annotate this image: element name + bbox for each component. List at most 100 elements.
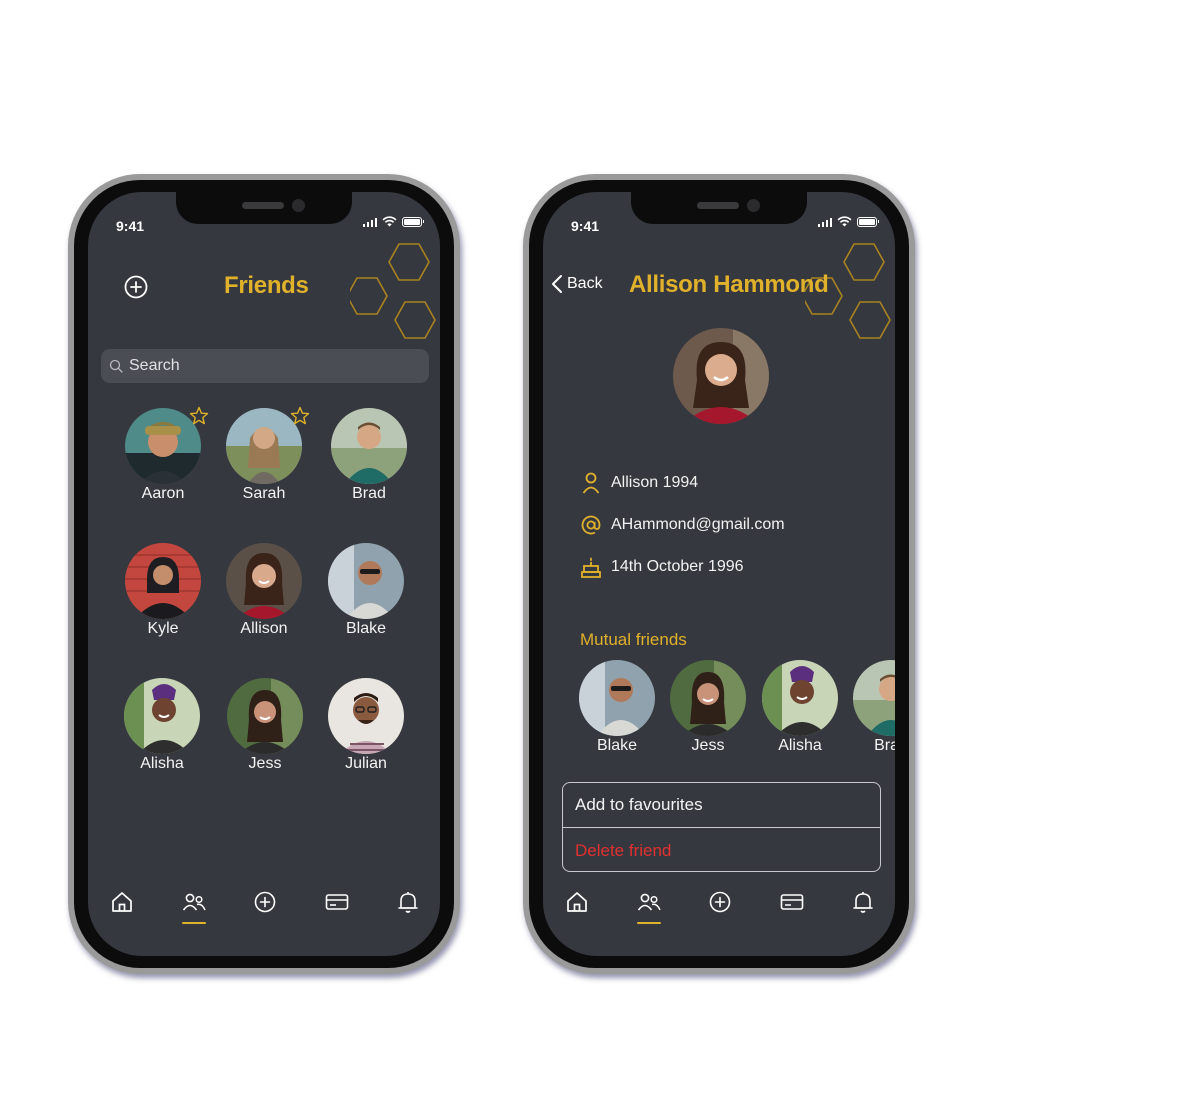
active-tab-indicator: [637, 922, 661, 924]
avatar: [670, 660, 746, 736]
friends-screen: 9:41 Friends Search Aaron Sarah Brad Kyl…: [88, 192, 440, 956]
username-row: Allison 1994: [581, 472, 698, 494]
nav-home[interactable]: [102, 882, 142, 922]
email-value: AHammond@gmail.com: [611, 516, 785, 533]
home-icon: [112, 892, 132, 912]
friend-name: Kyle: [147, 620, 179, 637]
search-icon: [109, 359, 123, 373]
mutual-friend-alisha[interactable]: Alisha: [755, 660, 845, 755]
phone-profile-screen: 9:41 Back Allison Hammond Allison 1994 A…: [523, 174, 915, 974]
search-input[interactable]: [129, 357, 409, 375]
friend-name: Jess: [248, 755, 282, 772]
chevron-left-icon: [552, 275, 562, 293]
nav-friends[interactable]: [629, 882, 669, 924]
avatar: [328, 678, 404, 754]
friend-name: Julian: [345, 755, 387, 772]
friend-name: Allison: [240, 620, 288, 637]
avatar-photo: [227, 678, 303, 754]
favourite-star-icon: [189, 406, 209, 425]
page-title: Friends: [224, 272, 309, 299]
bell-icon: [853, 892, 873, 913]
battery-icon: [857, 216, 879, 227]
profile-screen: 9:41 Back Allison Hammond Allison 1994 A…: [543, 192, 895, 956]
wifi-icon: [837, 216, 852, 227]
mutual-friend-brad[interactable]: Brad: [846, 660, 895, 755]
friend-name: Alisha: [778, 737, 822, 754]
nav-notifications[interactable]: [388, 882, 428, 922]
birthday-value: 14th October 1996: [611, 558, 744, 575]
avatar: [331, 408, 407, 484]
nav-card[interactable]: [317, 882, 357, 922]
page-title: Allison Hammond: [629, 271, 829, 298]
mutual-friends-title: Mutual friends: [580, 630, 687, 649]
nav-add[interactable]: [700, 882, 740, 922]
friend-name: Brad: [352, 485, 386, 502]
friend-card-blake[interactable]: Blake: [316, 543, 416, 638]
avatar: [579, 660, 655, 736]
phone-bezel: 9:41 Friends Search Aaron Sarah Brad Kyl…: [74, 180, 454, 968]
nav-add[interactable]: [245, 882, 285, 922]
email-row: AHammond@gmail.com: [581, 514, 785, 536]
friend-name: Sarah: [242, 485, 286, 502]
user-icon: [582, 472, 600, 494]
bell-icon: [398, 892, 418, 913]
avatar-photo: [762, 660, 838, 736]
nav-friends[interactable]: [174, 882, 214, 924]
avatar-photo: [331, 408, 407, 484]
friend-name: Aaron: [141, 485, 185, 502]
mutual-friend-jess[interactable]: Jess: [663, 660, 753, 755]
profile-photo: [673, 328, 769, 424]
friend-card-julian[interactable]: Julian: [316, 678, 416, 773]
search-bar[interactable]: [101, 349, 429, 383]
avatar: [124, 678, 200, 754]
at-sign-icon: [581, 515, 601, 535]
friend-name: Blake: [345, 620, 387, 637]
phone-friends-screen: 9:41 Friends Search Aaron Sarah Brad Kyl…: [68, 174, 460, 974]
add-friend-icon[interactable]: [124, 275, 148, 299]
mutual-friend-blake[interactable]: Blake: [572, 660, 662, 755]
friend-name: Jess: [691, 737, 725, 754]
card-icon: [325, 894, 349, 910]
avatar-photo: [670, 660, 746, 736]
add-to-favourites-button[interactable]: Add to favourites: [563, 783, 880, 828]
avatar: [125, 543, 201, 619]
avatar: [762, 660, 838, 736]
avatar-photo: [328, 678, 404, 754]
birthday-cake-icon: [581, 557, 601, 578]
friends-icon: [637, 893, 661, 911]
wifi-icon: [382, 216, 397, 227]
avatar-photo: [124, 678, 200, 754]
status-icons: [817, 216, 879, 227]
avatar: [328, 543, 404, 619]
bottom-nav: [543, 882, 895, 932]
status-time: 9:41: [571, 218, 600, 234]
back-button[interactable]: Back: [551, 274, 603, 294]
card-icon: [780, 894, 804, 910]
avatar-photo: [579, 660, 655, 736]
friend-card-alisha[interactable]: Alisha: [112, 678, 212, 773]
username-value: Allison 1994: [611, 474, 699, 491]
bottom-nav: [88, 882, 440, 932]
friend-card-jess[interactable]: Jess: [215, 678, 315, 773]
mutual-friends-list[interactable]: Blake Jess Alisha Bra: [543, 660, 895, 764]
friend-card-aaron[interactable]: Aaron: [113, 406, 213, 503]
phone-bezel: 9:41 Back Allison Hammond Allison 1994 A…: [529, 180, 909, 968]
avatar: [853, 660, 895, 736]
friend-card-kyle[interactable]: Kyle: [113, 543, 213, 638]
home-icon: [567, 892, 587, 912]
friend-card-allison[interactable]: Allison: [214, 543, 314, 638]
friend-card-sarah[interactable]: Sarah: [214, 406, 314, 503]
avatar: [125, 406, 209, 484]
avatar: [227, 678, 303, 754]
nav-notifications[interactable]: [843, 882, 883, 922]
hexagon-pattern: [350, 243, 436, 339]
delete-friend-button[interactable]: Delete friend: [563, 828, 880, 871]
add-circle-icon: [254, 891, 276, 913]
nav-card[interactable]: [772, 882, 812, 922]
avatar: [226, 406, 310, 484]
friend-card-brad[interactable]: Brad: [319, 408, 419, 503]
active-tab-indicator: [182, 922, 206, 924]
nav-home[interactable]: [557, 882, 597, 922]
friend-name: Brad: [874, 737, 895, 754]
avatar-photo: [125, 543, 201, 619]
